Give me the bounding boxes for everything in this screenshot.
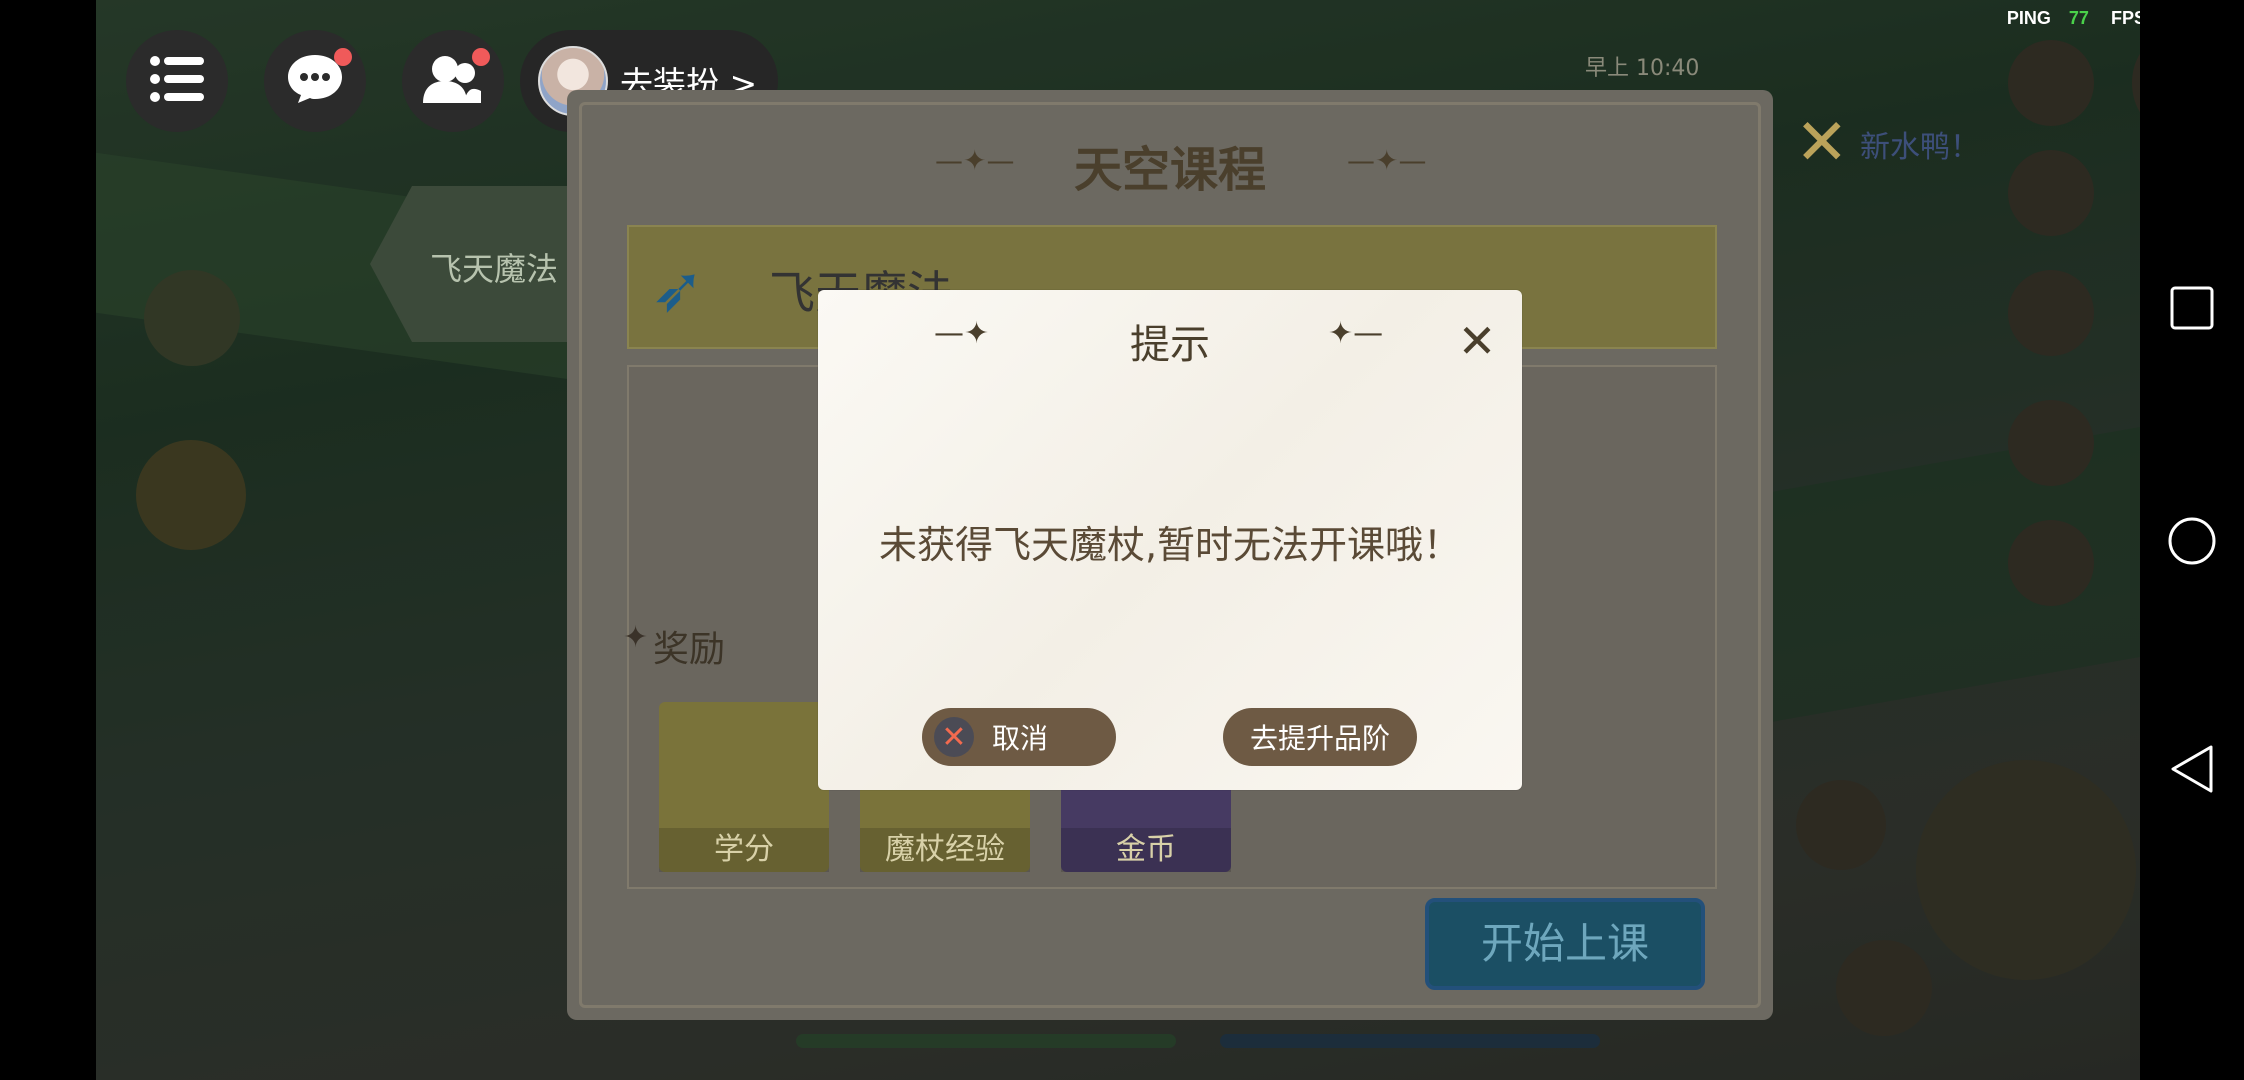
chat-badge	[334, 48, 352, 66]
list-icon	[150, 56, 204, 106]
event-label: 新水鸭！	[1860, 130, 1980, 165]
reward-heading: 奖励	[653, 629, 726, 670]
menu-button[interactable]	[126, 30, 228, 132]
friends-button[interactable]	[402, 30, 504, 132]
ping-value: 77	[2068, 8, 2089, 28]
panel-title: 天空课程	[1073, 142, 1266, 198]
reward-label: 金币	[1061, 828, 1231, 872]
upgrade-label: 去提升品阶	[1249, 722, 1390, 755]
back-icon[interactable]	[2169, 744, 2215, 803]
android-nav-bar	[2140, 0, 2244, 1080]
start-class-button[interactable]: 开始上课	[1425, 898, 1705, 990]
cancel-button[interactable]: ✕ 取消	[922, 708, 1116, 766]
upgrade-button[interactable]: 去提升品阶	[1223, 708, 1417, 766]
reward-label: 魔杖经验	[860, 828, 1030, 872]
dialog-title: 提示	[1130, 322, 1210, 368]
dialog-message: 未获得飞天魔杖,暂时无法开课哦！	[878, 523, 1462, 567]
event-x-icon[interactable]: ✕	[1795, 106, 1849, 180]
home-icon[interactable]	[2167, 516, 2217, 575]
cancel-x-icon: ✕	[934, 717, 974, 757]
wing-icon: ➶	[651, 253, 705, 327]
prompt-dialog: —✦ ✦— 提示 ✕ 未获得飞天魔杖,暂时无法开课哦！ ✕ 取消 去提升品阶	[818, 290, 1522, 790]
reward-card-credit[interactable]: 学分	[659, 702, 829, 872]
chat-button[interactable]	[264, 30, 366, 132]
tab-label: 飞天魔法	[430, 250, 559, 288]
tab-flying-magic[interactable]: 飞天魔法	[370, 186, 580, 342]
close-icon[interactable]: ✕	[1454, 318, 1500, 364]
friends-badge	[472, 48, 490, 66]
reward-star-icon: ✦	[623, 620, 649, 655]
ping-label: PING	[2006, 8, 2051, 28]
recent-apps-icon[interactable]	[2170, 286, 2214, 339]
clock-text: 早上 10:40	[1585, 56, 1700, 81]
cancel-label: 取消	[992, 722, 1049, 755]
reward-label: 学分	[659, 828, 829, 872]
